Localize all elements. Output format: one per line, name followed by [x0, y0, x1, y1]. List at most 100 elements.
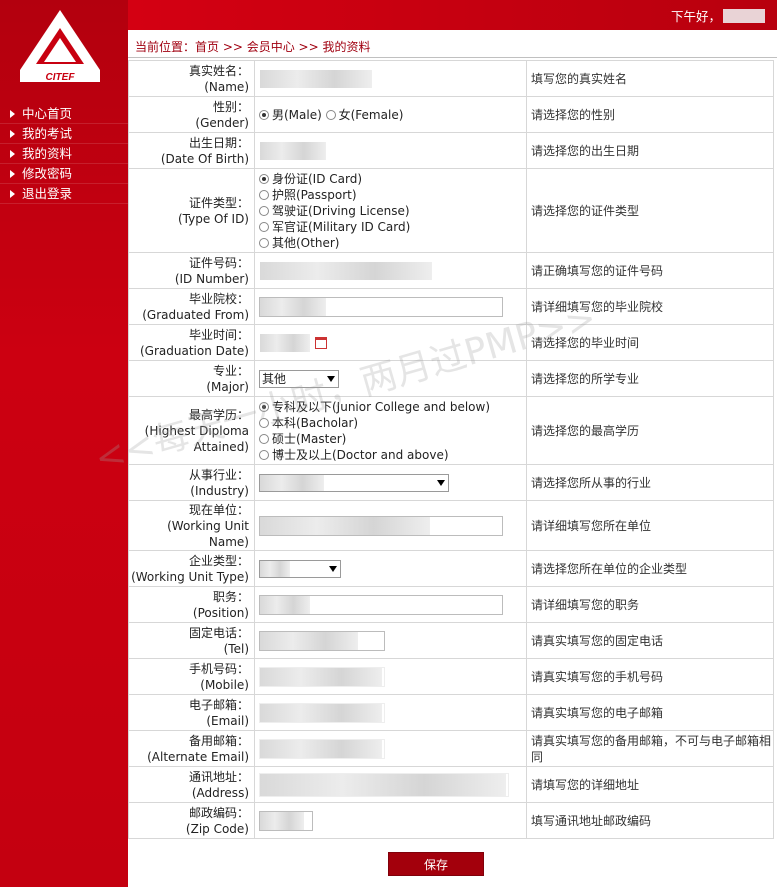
id-type-id-card-radio[interactable]: 身份证(ID Card)	[259, 171, 526, 187]
email-input[interactable]	[259, 702, 385, 723]
id-type-other-radio[interactable]: 其他(Other)	[259, 235, 526, 251]
radio-icon	[259, 237, 269, 248]
field-label: 通讯地址： (Address)	[128, 766, 255, 803]
username-redacted	[723, 9, 765, 23]
sidebar-item-label: 修改密码	[22, 166, 73, 181]
radio-label: 身份证(ID Card)	[272, 171, 363, 186]
diploma-junior-college-radio[interactable]: 专科及以下(Junior College and below)	[259, 399, 526, 415]
zip-code-input[interactable]	[259, 810, 313, 831]
label-en: (Tel)	[223, 641, 249, 656]
graduated-from-input[interactable]	[259, 296, 503, 317]
sidebar-item-label: 退出登录	[22, 186, 73, 201]
name-field[interactable]	[259, 68, 379, 89]
field-label: 性别： (Gender)	[128, 96, 255, 133]
field-label: 备用邮箱： (Alternate Email)	[128, 730, 255, 767]
label-cn: 真实姓名：	[188, 63, 249, 78]
sidebar-item-logout[interactable]: 退出登录	[0, 184, 128, 204]
alternate-email-input[interactable]	[259, 738, 385, 759]
arrow-icon	[10, 130, 15, 138]
field-label: 出生日期： (Date Of Birth)	[128, 132, 255, 169]
row-major: 专业： (Major) 其他 请选择您的所学专业	[128, 360, 774, 397]
graduation-date-input[interactable]	[259, 332, 313, 353]
redacted-value	[260, 297, 326, 316]
label-cn: 性别：	[212, 99, 249, 114]
field-label: 从事行业： (Industry)	[128, 464, 255, 501]
sidebar-item-my-profile[interactable]: 我的资料	[0, 144, 128, 164]
field-label: 证件类型： (Type Of ID)	[128, 168, 255, 253]
diploma-bachelor-radio[interactable]: 本科(Bacholar)	[259, 415, 526, 431]
dob-field[interactable]	[259, 140, 329, 161]
field-hint: 填写您的真实姓名	[526, 60, 774, 97]
calendar-icon[interactable]	[315, 336, 327, 349]
field-hint: 请选择您的出生日期	[526, 132, 774, 169]
position-input[interactable]	[259, 594, 503, 615]
id-type-military-id-radio[interactable]: 军官证(Military ID Card)	[259, 219, 526, 235]
label-en: (Email)	[206, 713, 249, 728]
radio-icon	[325, 110, 336, 120]
mobile-input[interactable]	[259, 666, 385, 687]
label-cn: 备用邮箱：	[188, 733, 249, 748]
id-type-driving-license-radio[interactable]: 驾驶证(Driving License)	[259, 203, 526, 219]
gender-male-radio[interactable]: 男(Male)	[259, 108, 322, 122]
label-en: (Date Of Birth)	[160, 151, 249, 166]
sidebar-item-home[interactable]: 中心首页	[0, 104, 128, 124]
diploma-doctor-radio[interactable]: 博士及以上(Doctor and above)	[259, 447, 526, 463]
top-bar: 下午好，	[128, 0, 777, 30]
label-cn: 最高学历：	[188, 407, 249, 422]
sidebar-item-my-exams[interactable]: 我的考试	[0, 124, 128, 144]
arrow-icon	[10, 170, 15, 178]
radio-icon	[259, 205, 269, 216]
row-position: 职务： (Position) 请详细填写您的职务	[128, 586, 774, 623]
field-hint: 请选择您所从事的行业	[526, 464, 774, 501]
label-en: (Graduated From)	[142, 307, 249, 322]
label-en: (Working Unit Type)	[131, 569, 249, 584]
row-alt-email: 备用邮箱： (Alternate Email) 请真实填写您的备用邮箱，不可与电子…	[128, 730, 774, 767]
working-unit-input[interactable]	[259, 515, 503, 536]
field-hint: 请选择您的性别	[526, 96, 774, 133]
row-email: 电子邮箱： (Email) 请真实填写您的电子邮箱	[128, 694, 774, 731]
arrow-icon	[10, 110, 15, 118]
label-en: (Name)	[204, 79, 249, 94]
sidebar-nav: 中心首页 我的考试 我的资料 修改密码 退出登录	[0, 104, 128, 204]
id-type-passport-radio[interactable]: 护照(Passport)	[259, 187, 526, 203]
breadcrumb: 当前位置：首页 >> 会员中心 >> 我的资料	[128, 38, 777, 58]
greeting-text: 下午好，	[670, 9, 721, 24]
radio-icon	[259, 417, 269, 428]
field-label: 最高学历： (Highest Diploma Attained)	[128, 396, 255, 465]
chevron-down-icon	[327, 375, 335, 382]
id-number-field[interactable]	[259, 260, 435, 281]
field-label: 手机号码： (Mobile)	[128, 658, 255, 695]
label-cn: 企业类型：	[188, 553, 249, 568]
row-grad-date: 毕业时间： (Graduation Date) 请选择您的毕业时间	[128, 324, 774, 361]
field-hint: 请选择您的最高学历	[526, 396, 774, 465]
radio-icon	[259, 110, 269, 120]
tel-input[interactable]	[259, 630, 385, 651]
redacted-value	[260, 141, 326, 160]
sidebar-item-change-password[interactable]: 修改密码	[0, 164, 128, 184]
label-en: (Gender)	[195, 115, 249, 130]
logo-text: CITEF	[46, 72, 76, 83]
row-unit-type: 企业类型： (Working Unit Type) 请选择您所在单位的企业类型	[128, 550, 774, 587]
row-zip: 邮政编码： (Zip Code) 填写通讯地址邮政编码	[128, 802, 774, 839]
row-gender: 性别： (Gender) 男(Male) 女(Female) 请选择您的性别	[128, 96, 774, 133]
label-en: (Highest Diploma Attained)	[144, 423, 249, 454]
label-cn: 邮政编码：	[188, 805, 249, 820]
label-en: (Position)	[192, 605, 249, 620]
major-select[interactable]: 其他	[259, 369, 339, 388]
industry-select[interactable]	[259, 473, 449, 492]
redacted-value	[260, 69, 372, 88]
label-en: (Type Of ID)	[177, 211, 249, 226]
redacted-value	[260, 261, 432, 280]
label-en: (Zip Code)	[185, 821, 249, 836]
radio-label: 硕士(Master)	[272, 431, 347, 446]
unit-type-select[interactable]	[259, 559, 341, 578]
label-cn: 现在单位：	[188, 502, 249, 517]
redacted-value	[260, 667, 382, 686]
chevron-down-icon	[437, 479, 445, 486]
diploma-master-radio[interactable]: 硕士(Master)	[259, 431, 526, 447]
field-label: 毕业院校： (Graduated From)	[128, 288, 255, 325]
save-button[interactable]: 保存	[388, 852, 484, 876]
gender-female-radio[interactable]: 女(Female)	[325, 108, 403, 122]
address-input[interactable]	[259, 772, 509, 797]
select-value: 其他	[262, 371, 287, 386]
